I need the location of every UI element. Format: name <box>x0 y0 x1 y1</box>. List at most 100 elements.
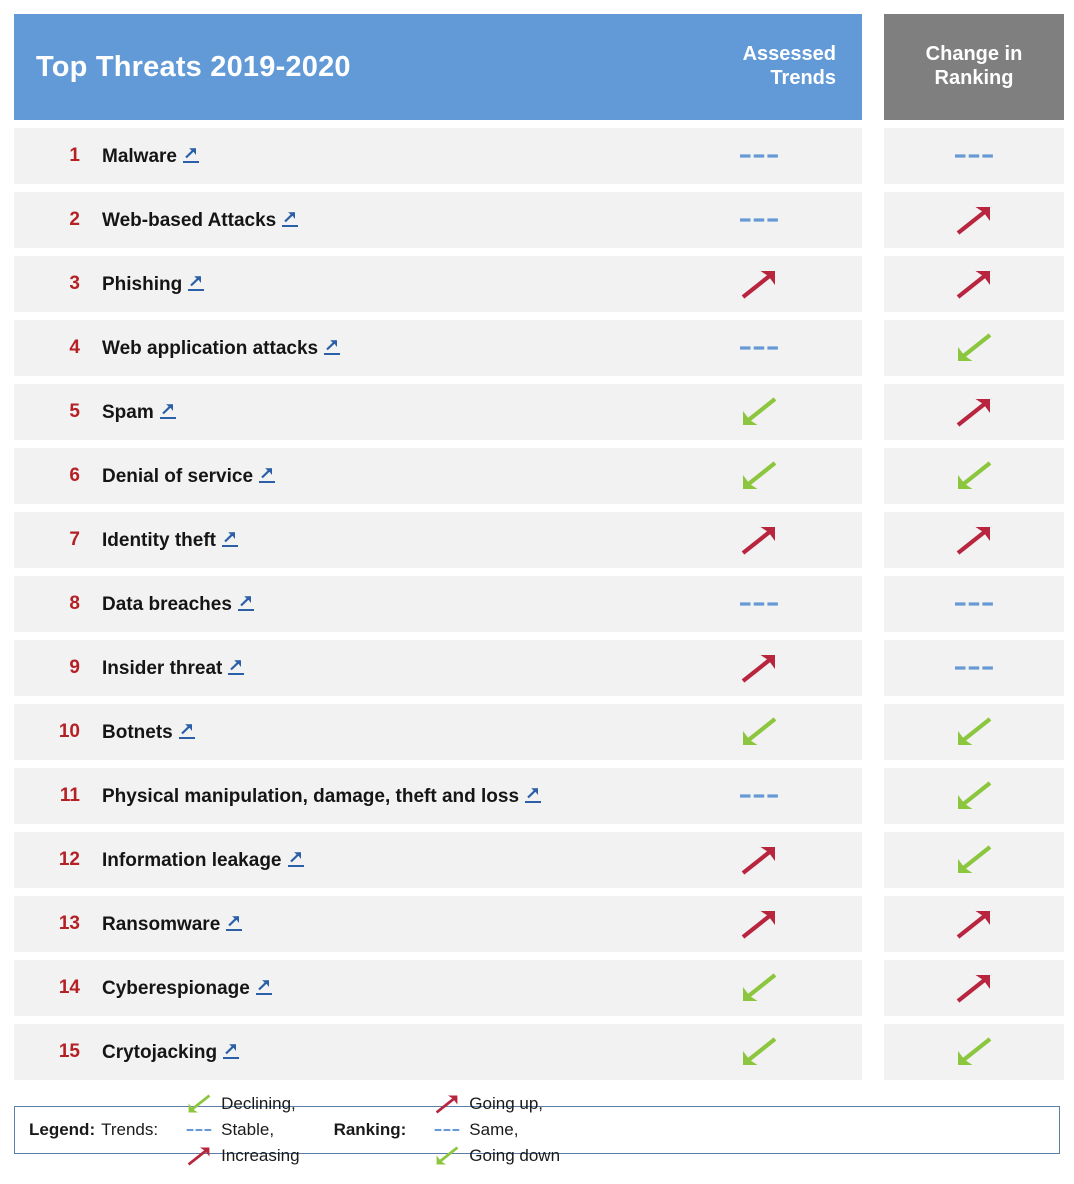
threat-name: Physical manipulation, damage, theft and… <box>92 785 682 808</box>
legend-item-declining: Going down <box>432 1143 560 1169</box>
legend-item-label: Same, <box>469 1120 519 1139</box>
legend-trends-items: Declining, Stable, Increasing <box>158 1091 300 1169</box>
dashes-stable-icon <box>736 200 782 240</box>
arrow-down-left-icon <box>432 1143 462 1169</box>
change-in-ranking-line1: Change in <box>925 43 1023 66</box>
dashes-stable-icon <box>184 1117 214 1143</box>
assessed-trend-cell <box>682 968 862 1008</box>
threat-label: Botnets <box>102 721 173 743</box>
dashes-stable-icon <box>736 776 782 816</box>
legend-item-increasing: Going up, <box>432 1091 560 1117</box>
threat-name: Identity theft <box>92 529 682 552</box>
arrow-down-left-icon <box>736 456 782 496</box>
threat-name: Ransomware <box>92 913 682 936</box>
arrow-up-right-icon <box>951 968 997 1008</box>
arrow-up-right-icon <box>736 520 782 560</box>
threat-rows: 1 Malware 2 Web-based Attacks 3 Phishing 4 Web … <box>14 128 862 1080</box>
threat-name: Spam <box>92 401 682 424</box>
table-row: 11 Physical manipulation, damage, theft a… <box>14 768 862 824</box>
external-link-icon[interactable] <box>158 401 178 420</box>
threat-label: Data breaches <box>102 593 232 615</box>
external-link-icon[interactable] <box>220 529 240 548</box>
arrow-down-left-icon <box>951 776 997 816</box>
table-row: 7 Identity theft <box>14 512 862 568</box>
rank-number: 4 <box>69 337 80 358</box>
threat-label: Malware <box>102 145 177 167</box>
legend-item-label: Going down <box>469 1146 561 1165</box>
legend-ranking-label: Ranking: <box>333 1120 407 1139</box>
external-link-icon[interactable] <box>322 337 342 356</box>
threat-label: Web-based Attacks <box>102 209 277 231</box>
legend-item-stable: Stable, <box>184 1117 299 1143</box>
assessed-trend-cell <box>682 584 862 624</box>
assessed-trend-cell <box>682 136 862 176</box>
rank-number: 10 <box>58 721 80 742</box>
assessed-trends-header: Assessed Trends <box>682 43 862 90</box>
table-row: 15 Crytojacking <box>14 1024 862 1080</box>
ranking-change-cells <box>884 128 1064 1080</box>
table-row: 4 Web application attacks <box>14 320 862 376</box>
threat-name: Denial of service <box>92 465 682 488</box>
threat-label: Web application attacks <box>102 337 319 359</box>
dashes-stable-icon <box>951 136 997 176</box>
threat-name: Web application attacks <box>92 337 682 360</box>
ranking-change-cell <box>884 448 1064 504</box>
rank-number: 15 <box>58 1041 80 1062</box>
table-row: 6 Denial of service <box>14 448 862 504</box>
threat-name: Phishing <box>92 273 682 296</box>
external-link-icon[interactable] <box>181 145 201 164</box>
external-link-icon[interactable] <box>226 657 246 676</box>
arrow-down-left-icon <box>951 840 997 880</box>
external-link-icon[interactable] <box>236 593 256 612</box>
rank-number: 3 <box>69 273 80 294</box>
arrow-up-right-icon <box>951 264 997 304</box>
main-table: Top Threats 2019-2020 Assessed Trends 1 M… <box>14 14 862 1080</box>
threat-name: Cyberespionage <box>92 977 682 1000</box>
external-link-icon[interactable] <box>523 785 543 804</box>
arrow-down-left-icon <box>736 1032 782 1072</box>
threat-label: Identity theft <box>102 529 216 551</box>
arrow-down-left-icon <box>184 1091 214 1117</box>
threat-label: Physical manipulation, damage, theft and… <box>102 785 520 807</box>
dashes-stable-icon <box>951 584 997 624</box>
external-link-icon[interactable] <box>224 913 244 932</box>
rank-number: 8 <box>69 593 80 614</box>
threat-label: Ransomware <box>102 913 221 935</box>
legend-trends-label: Trends: <box>101 1120 159 1139</box>
external-link-icon[interactable] <box>177 721 197 740</box>
table-row: 9 Insider threat <box>14 640 862 696</box>
arrow-down-left-icon <box>736 968 782 1008</box>
ranking-change-cell <box>884 1024 1064 1080</box>
arrow-up-right-icon <box>184 1143 214 1169</box>
external-link-icon[interactable] <box>254 977 274 996</box>
table-row: 10 Botnets <box>14 704 862 760</box>
change-in-ranking-header: Change in Ranking <box>884 14 1064 120</box>
legend-item-label: Increasing <box>221 1146 300 1165</box>
arrow-up-right-icon <box>951 520 997 560</box>
threat-label: Phishing <box>102 273 183 295</box>
ranking-change-cell <box>884 576 1064 632</box>
rank-number: 13 <box>58 913 80 934</box>
assessed-trend-cell <box>682 648 862 688</box>
ranking-change-cell <box>884 704 1064 760</box>
external-link-icon[interactable] <box>286 849 306 868</box>
arrow-down-left-icon <box>951 456 997 496</box>
threat-label: Cyberespionage <box>102 977 250 999</box>
rank-number: 1 <box>69 145 80 166</box>
table-row: 14 Cyberespionage <box>14 960 862 1016</box>
assessed-trend-cell <box>682 520 862 560</box>
external-link-icon[interactable] <box>221 1041 241 1060</box>
ranking-change-cell <box>884 512 1064 568</box>
rank-number: 5 <box>69 401 80 422</box>
threat-name: Web-based Attacks <box>92 209 682 232</box>
legend-item-stable: Same, <box>432 1117 560 1143</box>
arrow-up-right-icon <box>951 200 997 240</box>
ranking-change-cell <box>884 256 1064 312</box>
external-link-icon[interactable] <box>280 209 300 228</box>
ranking-change-cell <box>884 768 1064 824</box>
external-link-icon[interactable] <box>186 273 206 292</box>
external-link-icon[interactable] <box>257 465 277 484</box>
table-row: 3 Phishing <box>14 256 862 312</box>
legend-item-label: Declining, <box>221 1094 296 1113</box>
assessed-trend-cell <box>682 328 862 368</box>
